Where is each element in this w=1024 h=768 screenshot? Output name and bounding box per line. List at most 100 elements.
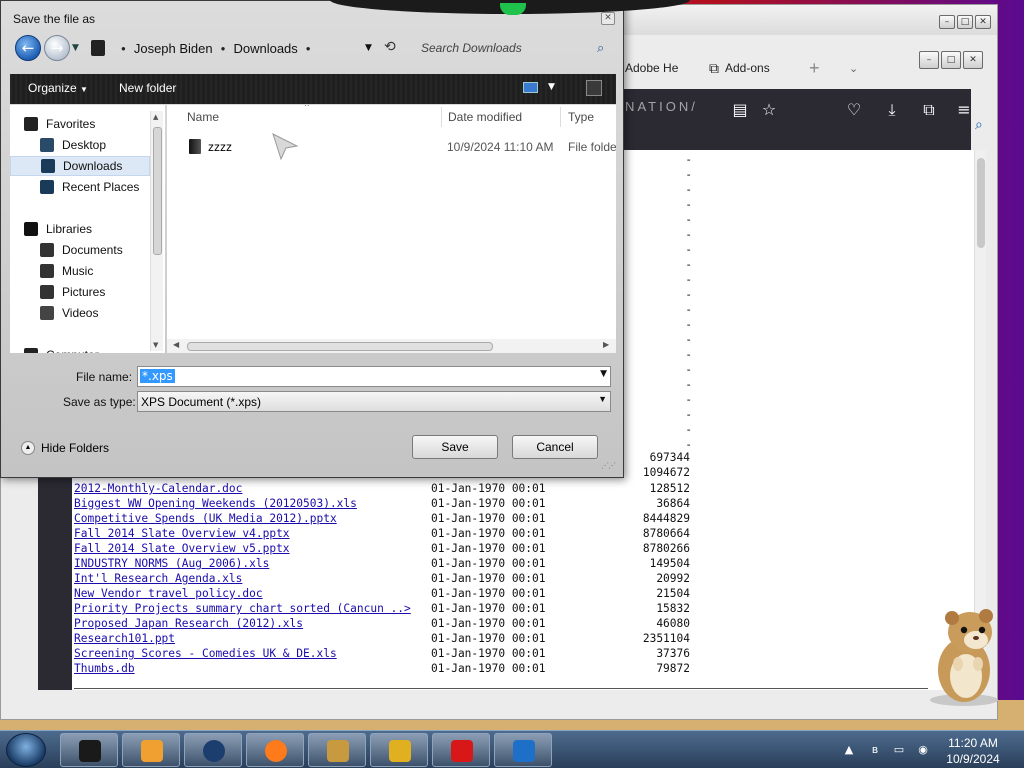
- search-icon[interactable]: ⌕: [975, 117, 993, 135]
- breadcrumb-user[interactable]: Joseph Biden: [134, 41, 213, 56]
- sidebar-item-music[interactable]: Music: [10, 261, 150, 281]
- taskbar-app-archive[interactable]: [370, 733, 428, 767]
- breadcrumb-separator-icon[interactable]: ●: [306, 44, 311, 53]
- file-link[interactable]: Biggest WW Opening Weekends (20120503).x…: [74, 497, 357, 510]
- browser-maximize-button[interactable]: □: [941, 51, 961, 69]
- address-breadcrumb[interactable]: ● Joseph Biden ● Downloads ●: [87, 36, 407, 60]
- outer-minimize-button[interactable]: –: [939, 15, 955, 29]
- breadcrumb-separator-icon[interactable]: ●: [121, 44, 126, 53]
- taskbar-app-hamster-box[interactable]: [308, 733, 366, 767]
- file-link[interactable]: Proposed Japan Research (2012).xls: [74, 617, 303, 630]
- file-name-value[interactable]: *.xps: [140, 369, 175, 383]
- nav-pane-scroll-thumb[interactable]: [153, 127, 162, 255]
- breadcrumb-separator-icon[interactable]: ●: [221, 44, 226, 53]
- file-link[interactable]: Int'l Research Agenda.xls: [74, 572, 242, 585]
- browser-close-button[interactable]: ✕: [963, 51, 983, 69]
- search-input[interactable]: Search Downloads ⌕: [409, 36, 617, 60]
- puzzle-icon: ⧉: [709, 59, 719, 76]
- file-name-input[interactable]: *.xps ▼: [137, 366, 611, 387]
- file-name[interactable]: zzzz: [208, 140, 232, 154]
- cancel-button[interactable]: Cancel: [512, 435, 598, 459]
- sidebar-item-videos[interactable]: Videos: [10, 303, 150, 323]
- sidebar-item-desktop[interactable]: Desktop: [10, 135, 150, 155]
- file-link[interactable]: Thumbs.db: [74, 662, 135, 675]
- outer-maximize-button[interactable]: □: [957, 15, 973, 29]
- resize-grip-icon[interactable]: ⋰⋰: [601, 461, 616, 470]
- pocket-icon[interactable]: ♡: [843, 99, 865, 121]
- forward-arrow-icon[interactable]: →: [44, 35, 70, 61]
- preview-pane-icon[interactable]: [586, 80, 602, 96]
- refresh-icon[interactable]: ⟲: [384, 39, 396, 55]
- file-link[interactable]: Competitive Spends (UK Media 2012).pptx: [74, 512, 337, 525]
- desktop-icon: [40, 138, 54, 152]
- address-dropdown-icon[interactable]: ▼: [365, 43, 372, 53]
- file-list-hscrollbar[interactable]: ◀ ▶: [167, 339, 616, 353]
- file-link[interactable]: Fall 2014 Slate Overview v5.pptx: [74, 542, 290, 555]
- file-name-dropdown-icon[interactable]: ▼: [600, 369, 607, 379]
- save-as-type-dropdown-icon[interactable]: ▼: [598, 394, 607, 404]
- view-dropdown-icon[interactable]: ▼: [548, 82, 555, 92]
- sidebar-item-label: Documents: [62, 243, 123, 257]
- nav-pane-scrollbar[interactable]: ▲ ▼: [150, 111, 163, 351]
- clock[interactable]: 11:20 AM 10/9/2024: [942, 735, 1004, 767]
- volume-icon[interactable]: ◉: [916, 743, 930, 757]
- file-link[interactable]: INDUSTRY NORMS (Aug 2006).xls: [74, 557, 269, 570]
- dialog-close-button[interactable]: ✕: [601, 12, 615, 25]
- file-link[interactable]: Screening Scores - Comedies UK & DE.xls: [74, 647, 337, 660]
- history-dropdown-icon[interactable]: ▼: [72, 43, 79, 53]
- bookmark-star-icon[interactable]: ☆: [758, 99, 780, 121]
- scroll-right-icon[interactable]: ▶: [603, 340, 609, 349]
- save-as-type-select[interactable]: XPS Document (*.xps) ▼: [137, 391, 611, 412]
- taskbar-app-globe[interactable]: [184, 733, 242, 767]
- hide-folders-button[interactable]: ▲ Hide Folders: [21, 441, 109, 455]
- extensions-icon[interactable]: ⧉: [918, 99, 940, 121]
- tray-expand-icon[interactable]: ▲: [842, 743, 856, 757]
- column-header-date-modified[interactable]: Date modified: [448, 110, 522, 124]
- column-header-name[interactable]: Name: [187, 110, 219, 124]
- taskbar-app-firefox[interactable]: [246, 733, 304, 767]
- tab-adobe-help[interactable]: Adobe He: [625, 53, 701, 83]
- download-icon[interactable]: ⤓: [881, 99, 903, 121]
- taskbar-app-explorer[interactable]: [60, 733, 118, 767]
- network-icon[interactable]: ▭: [892, 743, 906, 757]
- outer-close-button[interactable]: ✕: [975, 15, 991, 29]
- scroll-down-icon[interactable]: ▼: [153, 341, 158, 349]
- file-link[interactable]: Research101.ppt: [74, 632, 175, 645]
- taskbar-app-media-player[interactable]: [122, 733, 180, 767]
- taskbar-app-adobe-reader[interactable]: [432, 733, 490, 767]
- bluetooth-icon[interactable]: ʙ: [868, 743, 882, 757]
- view-options-icon[interactable]: [523, 82, 538, 93]
- file-link[interactable]: Priority Projects summary chart sorted (…: [74, 602, 411, 615]
- search-icon[interactable]: ⌕: [597, 40, 611, 55]
- file-link[interactable]: Fall 2014 Slate Overview v4.pptx: [74, 527, 290, 540]
- save-button[interactable]: Save: [412, 435, 498, 459]
- tab-add-ons[interactable]: ⧉ Add-ons: [709, 53, 789, 83]
- chevron-down-icon: ▼: [80, 85, 88, 94]
- file-list-hscroll-thumb[interactable]: [187, 342, 493, 351]
- scroll-left-icon[interactable]: ◀: [173, 340, 179, 349]
- organize-button[interactable]: Organize ▼: [28, 81, 88, 95]
- sidebar-item-pictures[interactable]: Pictures: [10, 282, 150, 302]
- reader-view-icon[interactable]: ▤: [729, 99, 751, 121]
- new-tab-plus-icon[interactable]: +: [809, 53, 829, 83]
- taskbar-app-tablet[interactable]: [494, 733, 552, 767]
- start-button[interactable]: [6, 733, 46, 767]
- column-header-type[interactable]: Type: [568, 110, 594, 124]
- sidebar-item-libraries[interactable]: Libraries: [10, 219, 150, 239]
- file-link[interactable]: New Vendor travel policy.doc: [74, 587, 263, 600]
- back-arrow-icon[interactable]: ←: [15, 35, 41, 61]
- content-scroll-thumb[interactable]: [977, 158, 985, 248]
- file-row[interactable]: zzzz 10/9/2024 11:10 AM File folde: [167, 137, 616, 157]
- new-folder-button[interactable]: New folder: [119, 81, 176, 95]
- file-link[interactable]: 2012-Monthly-Calendar.doc: [74, 482, 242, 495]
- sidebar-item-favorites[interactable]: Favorites: [10, 114, 150, 134]
- scroll-up-icon[interactable]: ▲: [153, 113, 158, 121]
- breadcrumb-downloads[interactable]: Downloads: [233, 41, 297, 56]
- browser-minimize-button[interactable]: –: [919, 51, 939, 69]
- size-dash: -: [685, 333, 692, 346]
- sidebar-item-recent-places[interactable]: Recent Places: [10, 177, 150, 197]
- sidebar-item-documents[interactable]: Documents: [10, 240, 150, 260]
- sidebar-item-computer[interactable]: Computer: [10, 345, 150, 353]
- tab-overflow-chevron-icon[interactable]: ⌄: [849, 53, 865, 83]
- sidebar-item-downloads[interactable]: Downloads: [10, 156, 150, 176]
